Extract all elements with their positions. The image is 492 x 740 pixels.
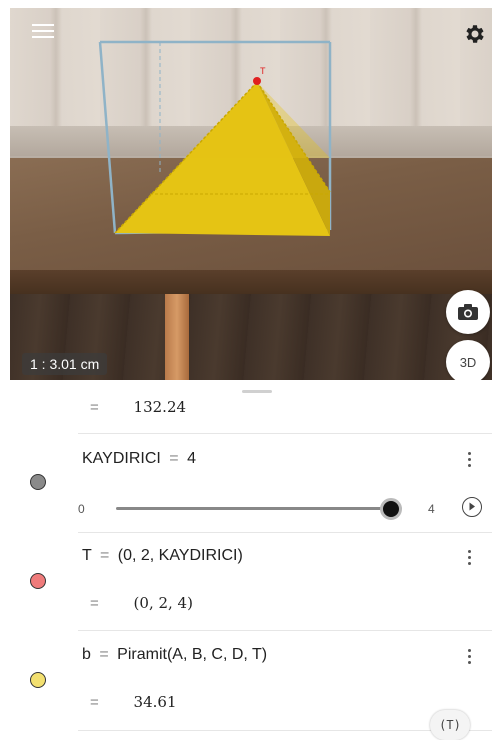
equals-sign: = [169, 450, 179, 467]
row-divider [78, 532, 492, 533]
more-options-icon[interactable] [468, 550, 472, 568]
algebra-panel[interactable]: = 132.24 KAYDIRICI = 4 0 4 T = (0, 2, KA… [10, 380, 492, 740]
camera-icon [458, 304, 478, 320]
slider-thumb[interactable] [380, 498, 402, 520]
point-output-line: = (0, 2, 4) [90, 594, 193, 612]
view-3d-button[interactable]: 3D [446, 340, 490, 380]
menu-icon[interactable] [32, 24, 54, 40]
slider-value: 4 [187, 450, 196, 467]
equals-sign: = [90, 595, 99, 612]
camera-button[interactable] [446, 290, 490, 334]
pyramid[interactable] [114, 81, 331, 236]
pyramid-output-line: = 34.61 [90, 693, 177, 711]
point-t-label: T [260, 66, 266, 76]
equals-sign: = [99, 547, 110, 564]
point-definition[interactable]: T = (0, 2, KAYDIRICI) [82, 547, 243, 565]
slider-max-label: 4 [428, 502, 435, 516]
pyramid-name: b [82, 646, 91, 663]
gear-icon[interactable] [462, 22, 486, 46]
slider-definition[interactable]: KAYDIRICI = 4 [82, 450, 196, 468]
equals-sign: = [90, 399, 99, 416]
pyramid-output-value: 34.61 [133, 693, 177, 711]
partial-output-value: 132.24 [133, 398, 187, 416]
panel-drag-handle[interactable] [242, 390, 272, 393]
play-icon [469, 502, 475, 511]
row-divider [78, 730, 492, 731]
slider-track[interactable] [116, 507, 402, 510]
equals-sign: = [90, 694, 99, 711]
pyramid-definition-text: Piramit(A, B, C, D, T) [117, 646, 268, 663]
play-button[interactable] [462, 497, 482, 517]
slider-min-label: 0 [78, 502, 85, 516]
row-divider [78, 433, 492, 434]
equals-sign: = [99, 646, 109, 663]
point-name: T [82, 547, 92, 564]
scale-label: 1 : 3.01 cm [22, 353, 108, 375]
point-definition-text: (0, 2, KAYDIRICI) [117, 547, 243, 564]
text-tool-button[interactable]: (T) [430, 710, 470, 740]
partial-output-line: = 132.24 [90, 398, 186, 416]
point-t-marker[interactable] [253, 77, 261, 85]
slider-name: KAYDIRICI [82, 450, 161, 467]
row-divider [78, 630, 492, 631]
pyramid-definition[interactable]: b = Piramit(A, B, C, D, T) [82, 646, 267, 664]
more-options-icon[interactable] [468, 452, 472, 470]
3d-scene[interactable]: T [10, 8, 492, 380]
more-options-icon[interactable] [468, 649, 472, 667]
ar-camera-view[interactable]: T 3D 1 : 3.01 cm [10, 8, 492, 380]
point-output-value: (0, 2, 4) [133, 594, 193, 612]
visibility-toggle-b[interactable] [30, 672, 46, 688]
visibility-toggle-t[interactable] [30, 573, 46, 589]
visibility-toggle-kaydirici[interactable] [30, 474, 46, 490]
